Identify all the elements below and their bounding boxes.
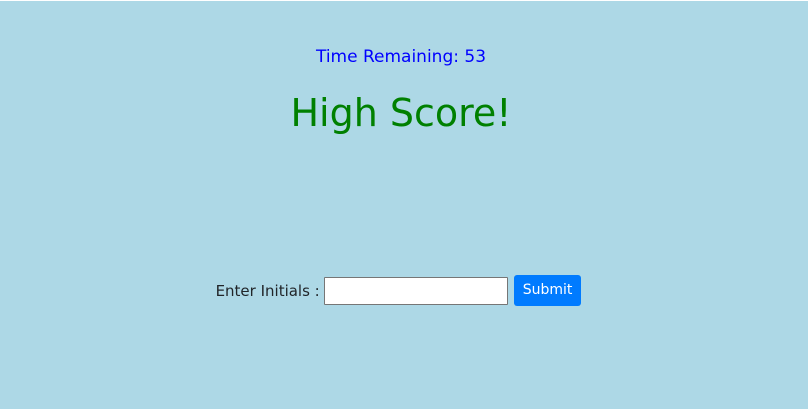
initials-input[interactable] <box>323 276 508 305</box>
submit-button[interactable]: Submit <box>513 275 582 306</box>
initials-form: Enter Initials : Submit <box>0 275 797 306</box>
page-title: High Score! <box>290 91 512 135</box>
top-edge <box>0 0 808 1</box>
time-remaining: Time Remaining: 53 <box>315 47 487 67</box>
initials-label: Enter Initials : <box>215 281 320 300</box>
